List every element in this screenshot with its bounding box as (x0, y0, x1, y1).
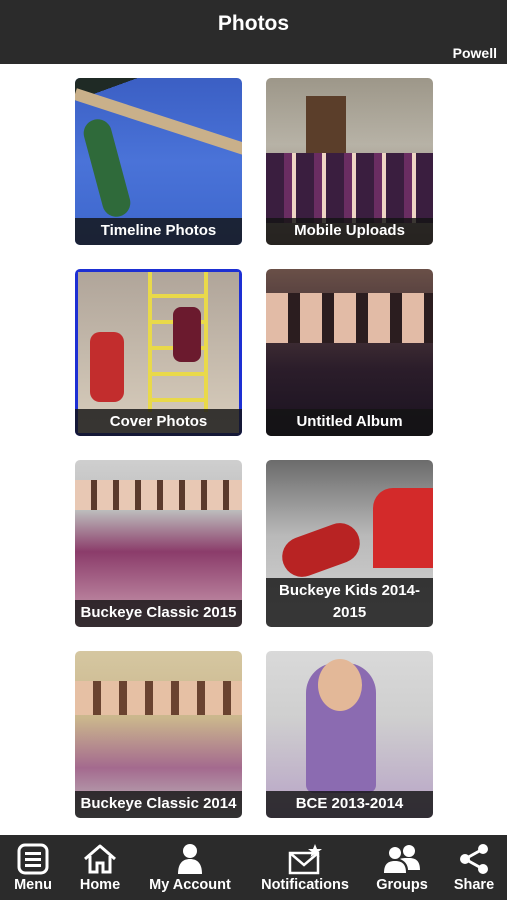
nav-home-label: Home (79, 877, 121, 893)
album-title: BCE 2013-2014 (266, 791, 433, 818)
menu-icon (17, 843, 49, 875)
album-tile[interactable]: Buckeye Kids 2014-2015 (266, 460, 433, 627)
header-location: Powell (452, 45, 497, 61)
nav-home-button[interactable]: Home (72, 835, 128, 900)
nav-share-button[interactable]: Share (446, 835, 502, 900)
nav-menu-button[interactable]: Menu (4, 835, 62, 900)
album-tile[interactable]: Buckeye Classic 2015 (75, 460, 242, 627)
album-title: Buckeye Classic 2014 (75, 791, 242, 818)
groups-icon (384, 845, 420, 873)
album-grid: Timeline Photos Mobile Uploads Cover Pho… (0, 64, 507, 835)
bottom-nav: Menu Home My Account Notifications Group… (0, 835, 507, 900)
page-title: Photos (217, 12, 290, 35)
album-tile[interactable]: Timeline Photos (75, 78, 242, 245)
album-tile[interactable]: Untitled Album (266, 269, 433, 436)
album-title: Timeline Photos (75, 218, 242, 245)
nav-groups-label: Groups (376, 877, 428, 893)
app-header: Photos Powell (0, 0, 507, 64)
nav-notifications-button[interactable]: Notifications (252, 835, 358, 900)
nav-notifications-label: Notifications (261, 877, 349, 893)
share-icon (460, 844, 488, 874)
home-icon (84, 844, 116, 874)
album-title: Cover Photos (75, 409, 242, 436)
nav-menu-label: Menu (14, 877, 52, 893)
album-title: Untitled Album (266, 409, 433, 436)
nav-account-button[interactable]: My Account (142, 835, 238, 900)
album-title: Mobile Uploads (266, 218, 433, 245)
album-tile[interactable]: BCE 2013-2014 (266, 651, 433, 818)
nav-groups-button[interactable]: Groups (372, 835, 432, 900)
account-icon (178, 844, 202, 874)
nav-account-label: My Account (149, 877, 231, 893)
nav-share-label: Share (453, 877, 495, 893)
notifications-icon (288, 844, 322, 875)
album-tile[interactable]: Buckeye Classic 2014 (75, 651, 242, 818)
album-title: Buckeye Kids 2014-2015 (266, 578, 433, 627)
album-tile[interactable]: Mobile Uploads (266, 78, 433, 245)
album-title: Buckeye Classic 2015 (75, 600, 242, 627)
album-tile[interactable]: Cover Photos (75, 269, 242, 436)
